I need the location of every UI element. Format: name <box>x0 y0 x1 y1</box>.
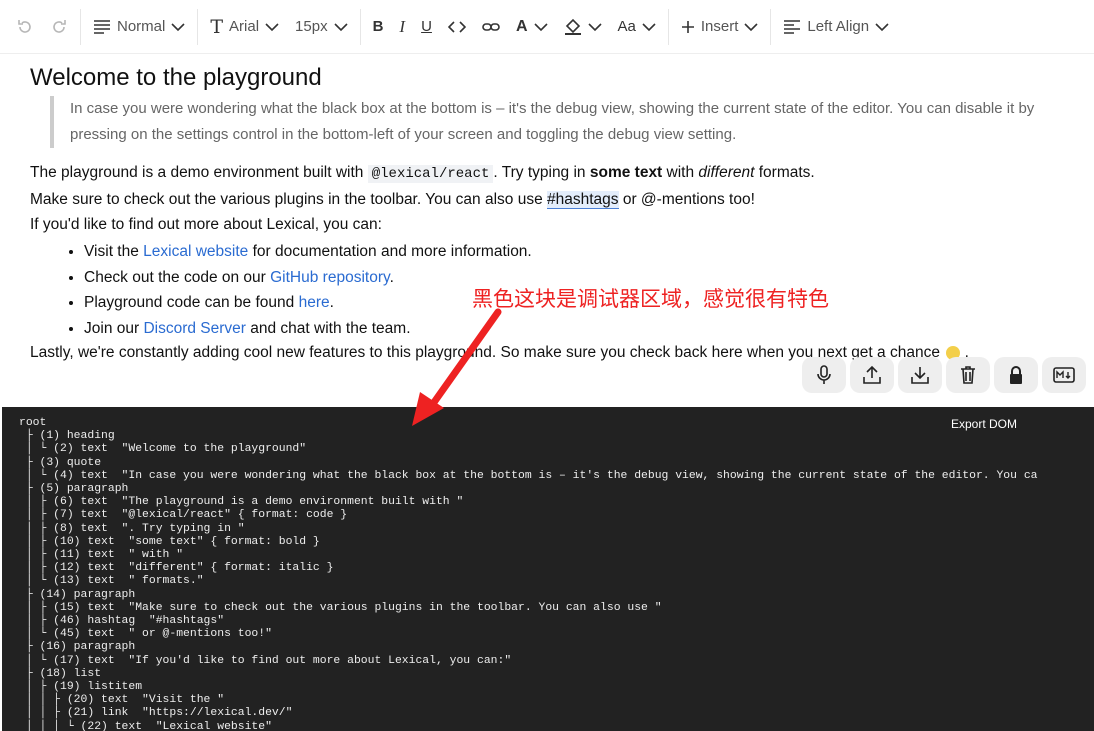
debug-tree-view[interactable]: root ├ (1) heading │ └ (2) text "Welcome… <box>2 407 1094 731</box>
toolbar-divider <box>667 8 669 45</box>
block-type-dropdown[interactable]: Normal <box>85 9 193 45</box>
toolbar-divider <box>197 8 199 45</box>
text: Check out the code on our <box>84 268 271 286</box>
chevron-down-icon <box>875 22 889 31</box>
toolbar-divider <box>770 8 772 45</box>
toolbar-divider <box>359 8 361 45</box>
italic-text: different <box>698 164 755 181</box>
discord-link[interactable]: Discord Server <box>143 320 246 337</box>
undo-icon <box>18 19 31 33</box>
paragraph-intro: The playground is a demo environment bui… <box>30 162 815 185</box>
block-type-label: Normal <box>117 18 166 35</box>
text: formats. <box>754 164 815 181</box>
font-color-dropdown[interactable]: A <box>508 9 556 45</box>
quote-block: In case you were wondering what the blac… <box>50 96 1080 148</box>
paragraph-plugins: Make sure to check out the various plugi… <box>30 189 755 211</box>
underline-icon: U <box>421 18 432 35</box>
chevron-down-icon <box>642 22 656 31</box>
toolbar-divider <box>80 8 81 45</box>
action-bar <box>802 357 1086 393</box>
list-item: Join our Discord Server and chat with th… <box>84 316 532 342</box>
link-button[interactable] <box>474 9 508 45</box>
text: with <box>662 164 699 181</box>
link-icon <box>482 22 500 31</box>
align-label: Left Align <box>807 18 870 35</box>
font-size-dropdown[interactable]: 15px <box>287 9 356 45</box>
trash-icon <box>961 366 975 384</box>
annotation-text: 黑色这块是调试器区域，感觉很有特色 <box>472 287 829 311</box>
speech-to-text-button[interactable] <box>802 357 846 393</box>
export-dom-button[interactable]: Export DOM <box>951 417 1017 431</box>
bold-button[interactable]: B <box>365 9 392 45</box>
paint-bucket-icon <box>564 18 581 35</box>
text-case-icon: Aa <box>617 18 636 35</box>
text: or @-mentions too! <box>618 191 755 208</box>
text: The playground is a demo environment bui… <box>30 164 368 181</box>
undo-button[interactable] <box>8 9 42 45</box>
align-left-icon <box>784 19 801 34</box>
text: Join our <box>84 319 144 337</box>
markdown-icon <box>1053 367 1075 383</box>
text: . <box>329 294 334 311</box>
font-size-label: 15px <box>295 18 328 35</box>
bold-icon: B <box>372 18 384 35</box>
list-item: Check out the code on our GitHub reposit… <box>84 265 532 291</box>
text-case-dropdown[interactable]: Aa <box>610 9 664 45</box>
insert-dropdown[interactable]: Insert <box>673 9 767 45</box>
chevron-down-icon <box>265 22 279 31</box>
list-item: Visit the Lexical website for documentat… <box>84 239 532 265</box>
debug-tree-text: root ├ (1) heading │ └ (2) text "Welcome… <box>19 417 1038 731</box>
text: . Try typing in <box>493 164 590 181</box>
font-color-icon: A <box>515 17 528 35</box>
font-family-dropdown[interactable]: T Arial <box>202 9 287 45</box>
text: Playground code can be found <box>84 294 299 311</box>
font-family-label: Arial <box>229 18 260 35</box>
plus-icon <box>681 20 694 33</box>
code-icon <box>447 20 466 33</box>
paragraph-icon <box>94 19 110 34</box>
lexical-website-link[interactable]: Lexical website <box>143 243 248 260</box>
github-link[interactable]: GitHub repository <box>270 269 389 286</box>
chevron-down-icon <box>587 22 602 31</box>
chevron-down-icon <box>171 22 185 31</box>
hashtag[interactable]: #hashtags <box>547 191 619 209</box>
paragraph-more: If you'd like to find out more about Lex… <box>30 216 382 233</box>
redo-button[interactable] <box>42 9 76 45</box>
bullet-list: Visit the Lexical website for documentat… <box>60 239 532 341</box>
import-button[interactable] <box>850 357 894 393</box>
text: and chat with the team. <box>245 319 411 337</box>
chevron-down-icon <box>744 22 758 31</box>
italic-button[interactable]: I <box>391 9 413 45</box>
redo-icon <box>53 19 66 33</box>
editor-content[interactable]: Welcome to the playground In case you we… <box>0 54 1094 407</box>
upload-icon <box>863 365 881 384</box>
lock-button[interactable] <box>994 357 1038 393</box>
bold-text: some text <box>589 164 663 181</box>
chevron-down-icon <box>334 22 348 31</box>
download-icon <box>911 367 929 384</box>
mic-icon <box>817 365 831 384</box>
chevron-down-icon <box>533 22 548 31</box>
bg-color-dropdown[interactable] <box>556 9 610 45</box>
insert-label: Insert <box>700 18 739 35</box>
export-button[interactable] <box>898 357 942 393</box>
italic-icon: I <box>399 16 406 36</box>
list-item: Playground code can be found here. <box>84 290 532 316</box>
text: Visit the <box>84 243 144 260</box>
inline-code: @lexical/react <box>367 165 494 183</box>
here-link[interactable]: here <box>299 294 330 311</box>
text: Make sure to check out the various plugi… <box>30 191 547 208</box>
font-icon: T <box>210 15 224 38</box>
underline-button[interactable]: U <box>413 9 440 45</box>
text: . <box>389 268 394 286</box>
markdown-button[interactable] <box>1042 357 1086 393</box>
lock-icon <box>1010 366 1022 384</box>
heading: Welcome to the playground <box>30 64 322 91</box>
align-dropdown[interactable]: Left Align <box>775 9 897 45</box>
text: for documentation and more information. <box>248 243 532 260</box>
code-button[interactable] <box>440 9 474 45</box>
clear-button[interactable] <box>946 357 990 393</box>
toolbar: Normal T Arial 15px B I U A Aa Insert Le <box>0 0 1094 54</box>
